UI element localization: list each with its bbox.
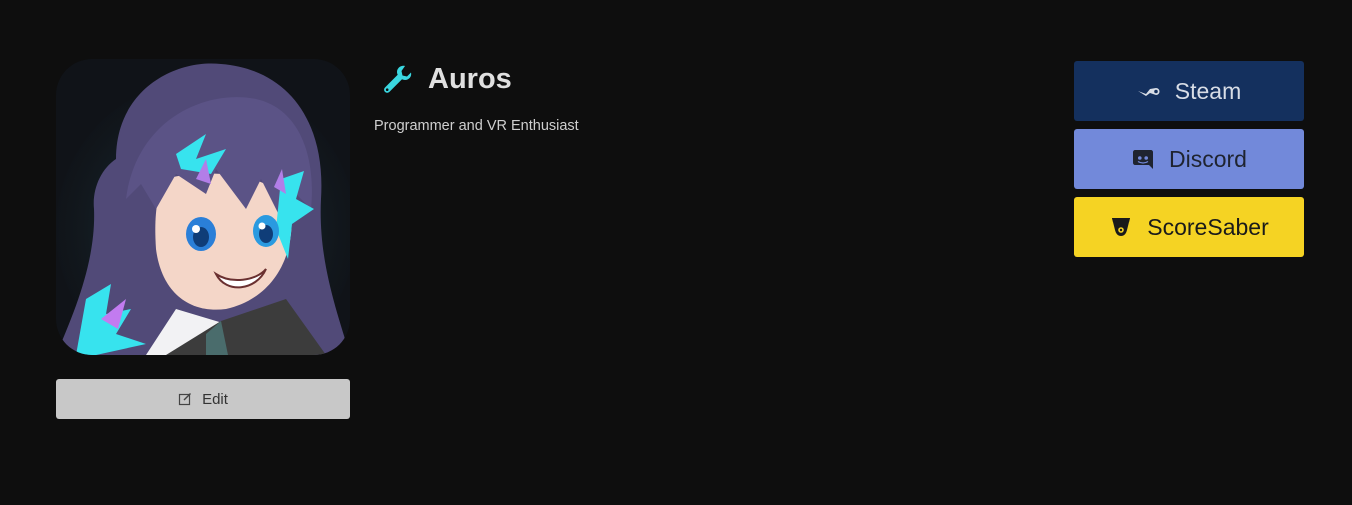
edit-icon xyxy=(178,392,192,406)
edit-button-label: Edit xyxy=(202,390,228,408)
discord-button-label: Discord xyxy=(1169,145,1247,172)
steam-icon xyxy=(1137,79,1161,103)
discord-icon xyxy=(1131,147,1155,171)
scoresaber-icon xyxy=(1109,215,1133,239)
wrench-icon xyxy=(380,62,414,96)
profile-name: Auros xyxy=(428,62,512,95)
profile-page: Edit Auros Programmer and VR Enthusiast … xyxy=(0,0,1352,505)
scoresaber-button-label: ScoreSaber xyxy=(1147,213,1269,240)
avatar xyxy=(56,59,350,355)
profile-bio: Programmer and VR Enthusiast xyxy=(374,118,579,134)
steam-button-label: Steam xyxy=(1174,77,1242,104)
profile-header: Auros xyxy=(380,62,512,96)
edit-button[interactable]: Edit xyxy=(56,379,350,419)
scoresaber-button[interactable]: ScoreSaber xyxy=(1074,197,1304,257)
steam-button[interactable]: Steam xyxy=(1074,61,1304,121)
discord-button[interactable]: Discord xyxy=(1074,129,1304,189)
